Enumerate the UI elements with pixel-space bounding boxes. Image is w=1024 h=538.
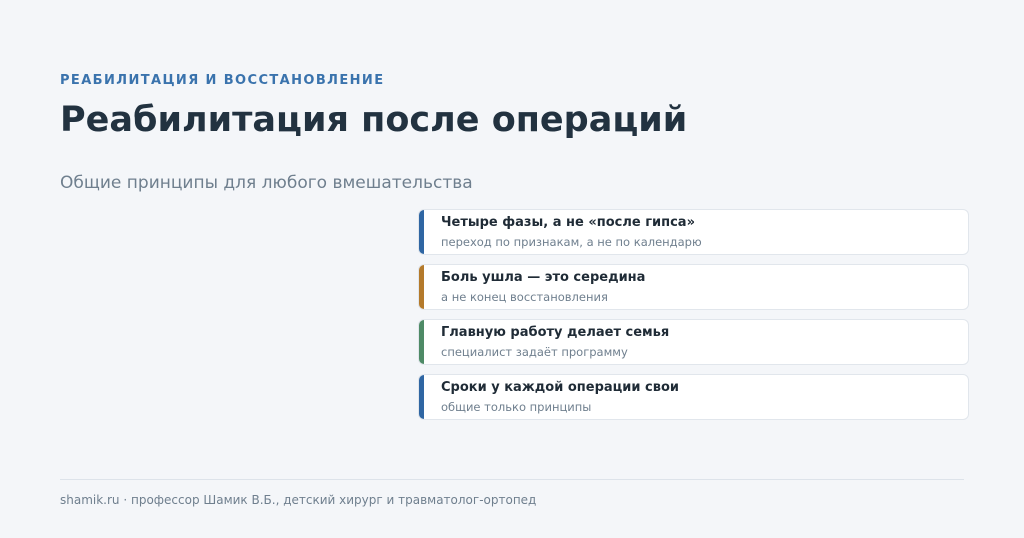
card-title: Боль ушла — это середина <box>441 270 646 285</box>
principle-card-timing: Сроки у каждой операции свои общие тольк… <box>418 374 969 420</box>
card-subtitle: специалист задаёт программу <box>441 345 628 359</box>
principle-card-family: Главную работу делает семья специалист з… <box>418 319 969 365</box>
card-accent-bar <box>419 210 424 254</box>
card-subtitle: общие только принципы <box>441 400 592 414</box>
principle-card-pain: Боль ушла — это середина а не конец восс… <box>418 264 969 310</box>
card-title: Четыре фазы, а не «после гипса» <box>441 215 695 230</box>
card-accent-bar <box>419 375 424 419</box>
card-subtitle: переход по признакам, а не по календарю <box>441 235 702 249</box>
footer-credit: shamik.ru · профессор Шамик В.Б., детски… <box>60 493 537 507</box>
page-title: Реабилитация после операций <box>60 100 688 140</box>
card-title: Главную работу делает семья <box>441 325 670 340</box>
footer-divider <box>60 479 964 480</box>
card-title: Сроки у каждой операции свои <box>441 380 679 395</box>
page-subtitle: Общие принципы для любого вмешательства <box>60 173 473 193</box>
card-accent-bar <box>419 320 424 364</box>
principle-card-phases: Четыре фазы, а не «после гипса» переход … <box>418 209 969 255</box>
card-accent-bar <box>419 265 424 309</box>
card-subtitle: а не конец восстановления <box>441 290 608 304</box>
section-label: РЕАБИЛИТАЦИЯ И ВОССТАНОВЛЕНИЕ <box>60 73 385 88</box>
principles-list: Четыре фазы, а не «после гипса» переход … <box>418 209 969 429</box>
